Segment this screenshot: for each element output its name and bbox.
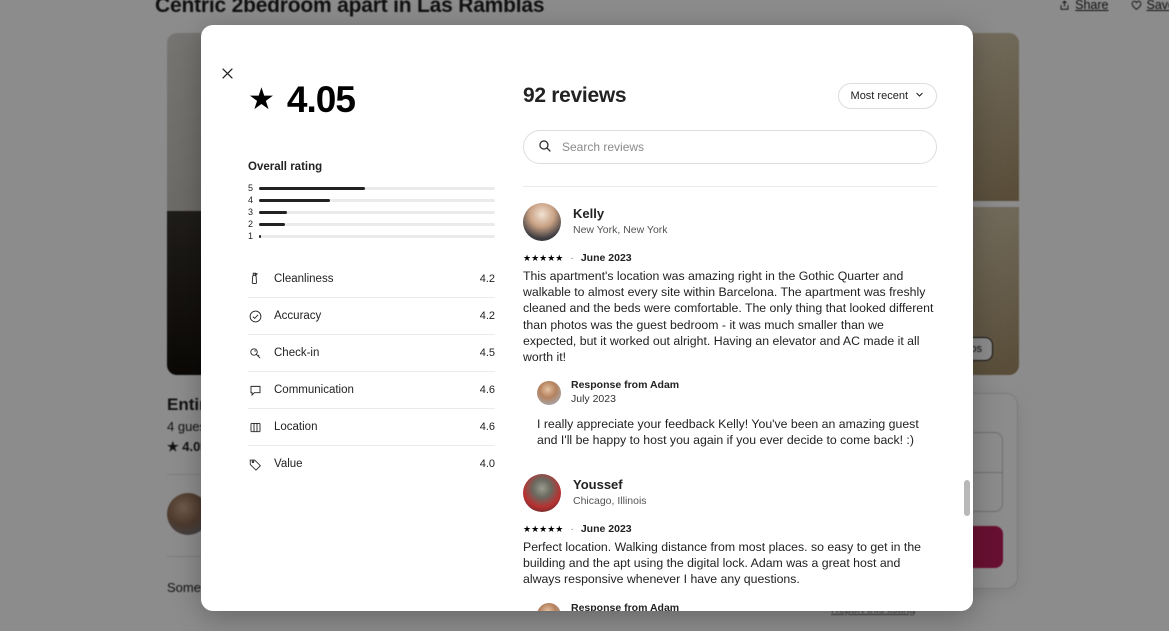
reviewer-location: New York, New York <box>573 224 668 237</box>
star-rating: ★★★★★ <box>523 252 564 263</box>
reviews-panel: 92 reviews Most recent Search reviews Ke… <box>523 25 973 611</box>
category-name: Cleanliness <box>274 272 334 285</box>
tag-icon <box>248 457 274 472</box>
rating-bar-label: 4 <box>248 195 254 205</box>
category-name: Accuracy <box>274 310 322 322</box>
category-value: 4.5 <box>479 347 495 359</box>
search-reviews-wrapper <box>523 130 937 164</box>
star-rating: ★★★★★ <box>523 523 564 534</box>
review-item: Youssef Chicago, Illinois ★★★★★ · June 2… <box>523 474 937 611</box>
category-row-location: Location 4.6 <box>248 408 495 445</box>
chevron-down-icon <box>915 90 924 102</box>
review-meta: ★★★★★ · June 2023 <box>523 523 937 535</box>
category-row-value: Value 4.0 <box>248 445 495 482</box>
category-row-checkin: Check-in 4.5 <box>248 334 495 371</box>
category-row-accuracy: Accuracy 4.2 <box>248 297 495 334</box>
rating-bar-fill <box>259 234 262 238</box>
category-name: Value <box>274 458 303 470</box>
reviewer-name: Kelly <box>573 206 605 222</box>
rating-bar-fill <box>259 198 330 202</box>
rating-bar-row: 4 <box>248 194 495 206</box>
host-response: Response from Adam July 2023 I really ap… <box>537 379 937 448</box>
review-item: Kelly New York, New York ★★★★★ · June 20… <box>523 203 937 448</box>
rating-bar-label: 1 <box>248 231 254 241</box>
overall-rating-label: Overall rating <box>248 161 323 173</box>
rating-bar-label: 5 <box>248 183 254 193</box>
reviews-count: 92 reviews <box>523 84 627 107</box>
category-value: 4.2 <box>479 272 495 285</box>
category-ratings: Cleanliness 4.2 Accuracy 4.2 Check-in 4.… <box>248 260 495 482</box>
reviewer-location: Chicago, Illinois <box>573 495 647 508</box>
review-body: This apartment's location was amazing ri… <box>523 269 934 365</box>
host-avatar <box>537 380 561 405</box>
review-date: June 2023 <box>580 252 632 264</box>
sort-label: Most recent <box>850 90 908 102</box>
host-response-date: July 2023 <box>571 393 616 406</box>
rating-distribution: 5 4 3 2 1 <box>248 182 495 242</box>
star-icon: ★ <box>248 83 275 116</box>
host-response: Response from Adam June 2023 I really ap… <box>537 602 937 611</box>
rating-bar-row: 3 <box>248 206 495 218</box>
category-name: Check-in <box>274 347 320 359</box>
overall-score: ★ 4.05 <box>248 79 495 121</box>
rating-bar-track <box>259 210 495 214</box>
reviewer-name: Youssef <box>573 477 623 493</box>
rating-bar-track <box>259 186 495 190</box>
category-value: 4.6 <box>479 384 495 396</box>
category-value: 4.6 <box>479 421 495 433</box>
host-avatar <box>537 603 561 611</box>
rating-bar-label: 2 <box>248 219 254 229</box>
host-response-name: Response from Adam <box>571 601 680 611</box>
map-icon <box>248 420 274 435</box>
host-response-name: Response from Adam <box>571 379 680 392</box>
key-icon <box>248 346 274 361</box>
check-circle-icon <box>248 309 274 324</box>
review-body: Perfect location. Walking distance from … <box>523 540 922 587</box>
search-icon <box>538 139 552 158</box>
speech-bubble-icon <box>248 383 274 398</box>
rating-bar-track <box>259 222 495 226</box>
reviews-modal: ★ 4.05 Overall rating 5 4 3 2 1 Cleanlin… <box>201 25 973 611</box>
sort-dropdown[interactable]: Most recent <box>837 83 937 109</box>
reviewer-header: Kelly New York, New York <box>523 203 937 241</box>
category-value: 4.0 <box>479 458 495 470</box>
host-response-header: Response from Adam July 2023 <box>537 379 937 406</box>
modal-scrollbar-thumb[interactable] <box>964 480 970 516</box>
category-row-cleanliness: Cleanliness 4.2 <box>248 260 495 297</box>
rating-bar-row: 5 <box>248 182 495 194</box>
review-meta: ★★★★★ · June 2023 <box>523 252 937 264</box>
host-response-header: Response from Adam June 2023 <box>537 602 937 611</box>
category-row-communication: Communication 4.6 <box>248 371 495 408</box>
separator: · <box>570 252 574 264</box>
reviews-header: 92 reviews Most recent <box>523 83 937 109</box>
reviews-list[interactable]: Kelly New York, New York ★★★★★ · June 20… <box>523 186 937 611</box>
overall-score-value: 4.05 <box>286 79 356 120</box>
review-date: June 2023 <box>580 523 632 536</box>
rating-bar-label: 3 <box>248 207 254 217</box>
rating-bar-row: 1 <box>248 230 495 242</box>
spray-bottle-icon <box>248 271 274 286</box>
host-response-body: I really appreciate your feedback Kelly!… <box>537 416 919 447</box>
rating-bar-row: 2 <box>248 218 495 230</box>
separator: · <box>570 523 574 536</box>
reviewer-header: Youssef Chicago, Illinois <box>523 474 937 513</box>
avatar <box>523 203 561 241</box>
overall-rating-panel: ★ 4.05 Overall rating 5 4 3 2 1 Cleanlin… <box>201 25 523 611</box>
rating-bar-track <box>259 198 495 202</box>
category-name: Location <box>274 421 318 433</box>
rating-bar-fill <box>259 210 288 214</box>
rating-bar-fill <box>259 186 366 190</box>
category-value: 4.2 <box>479 310 495 322</box>
category-name: Communication <box>274 384 354 396</box>
rating-bar-track <box>259 234 495 238</box>
avatar <box>523 474 561 513</box>
search-input[interactable] <box>523 130 937 164</box>
rating-bar-fill <box>259 222 285 226</box>
